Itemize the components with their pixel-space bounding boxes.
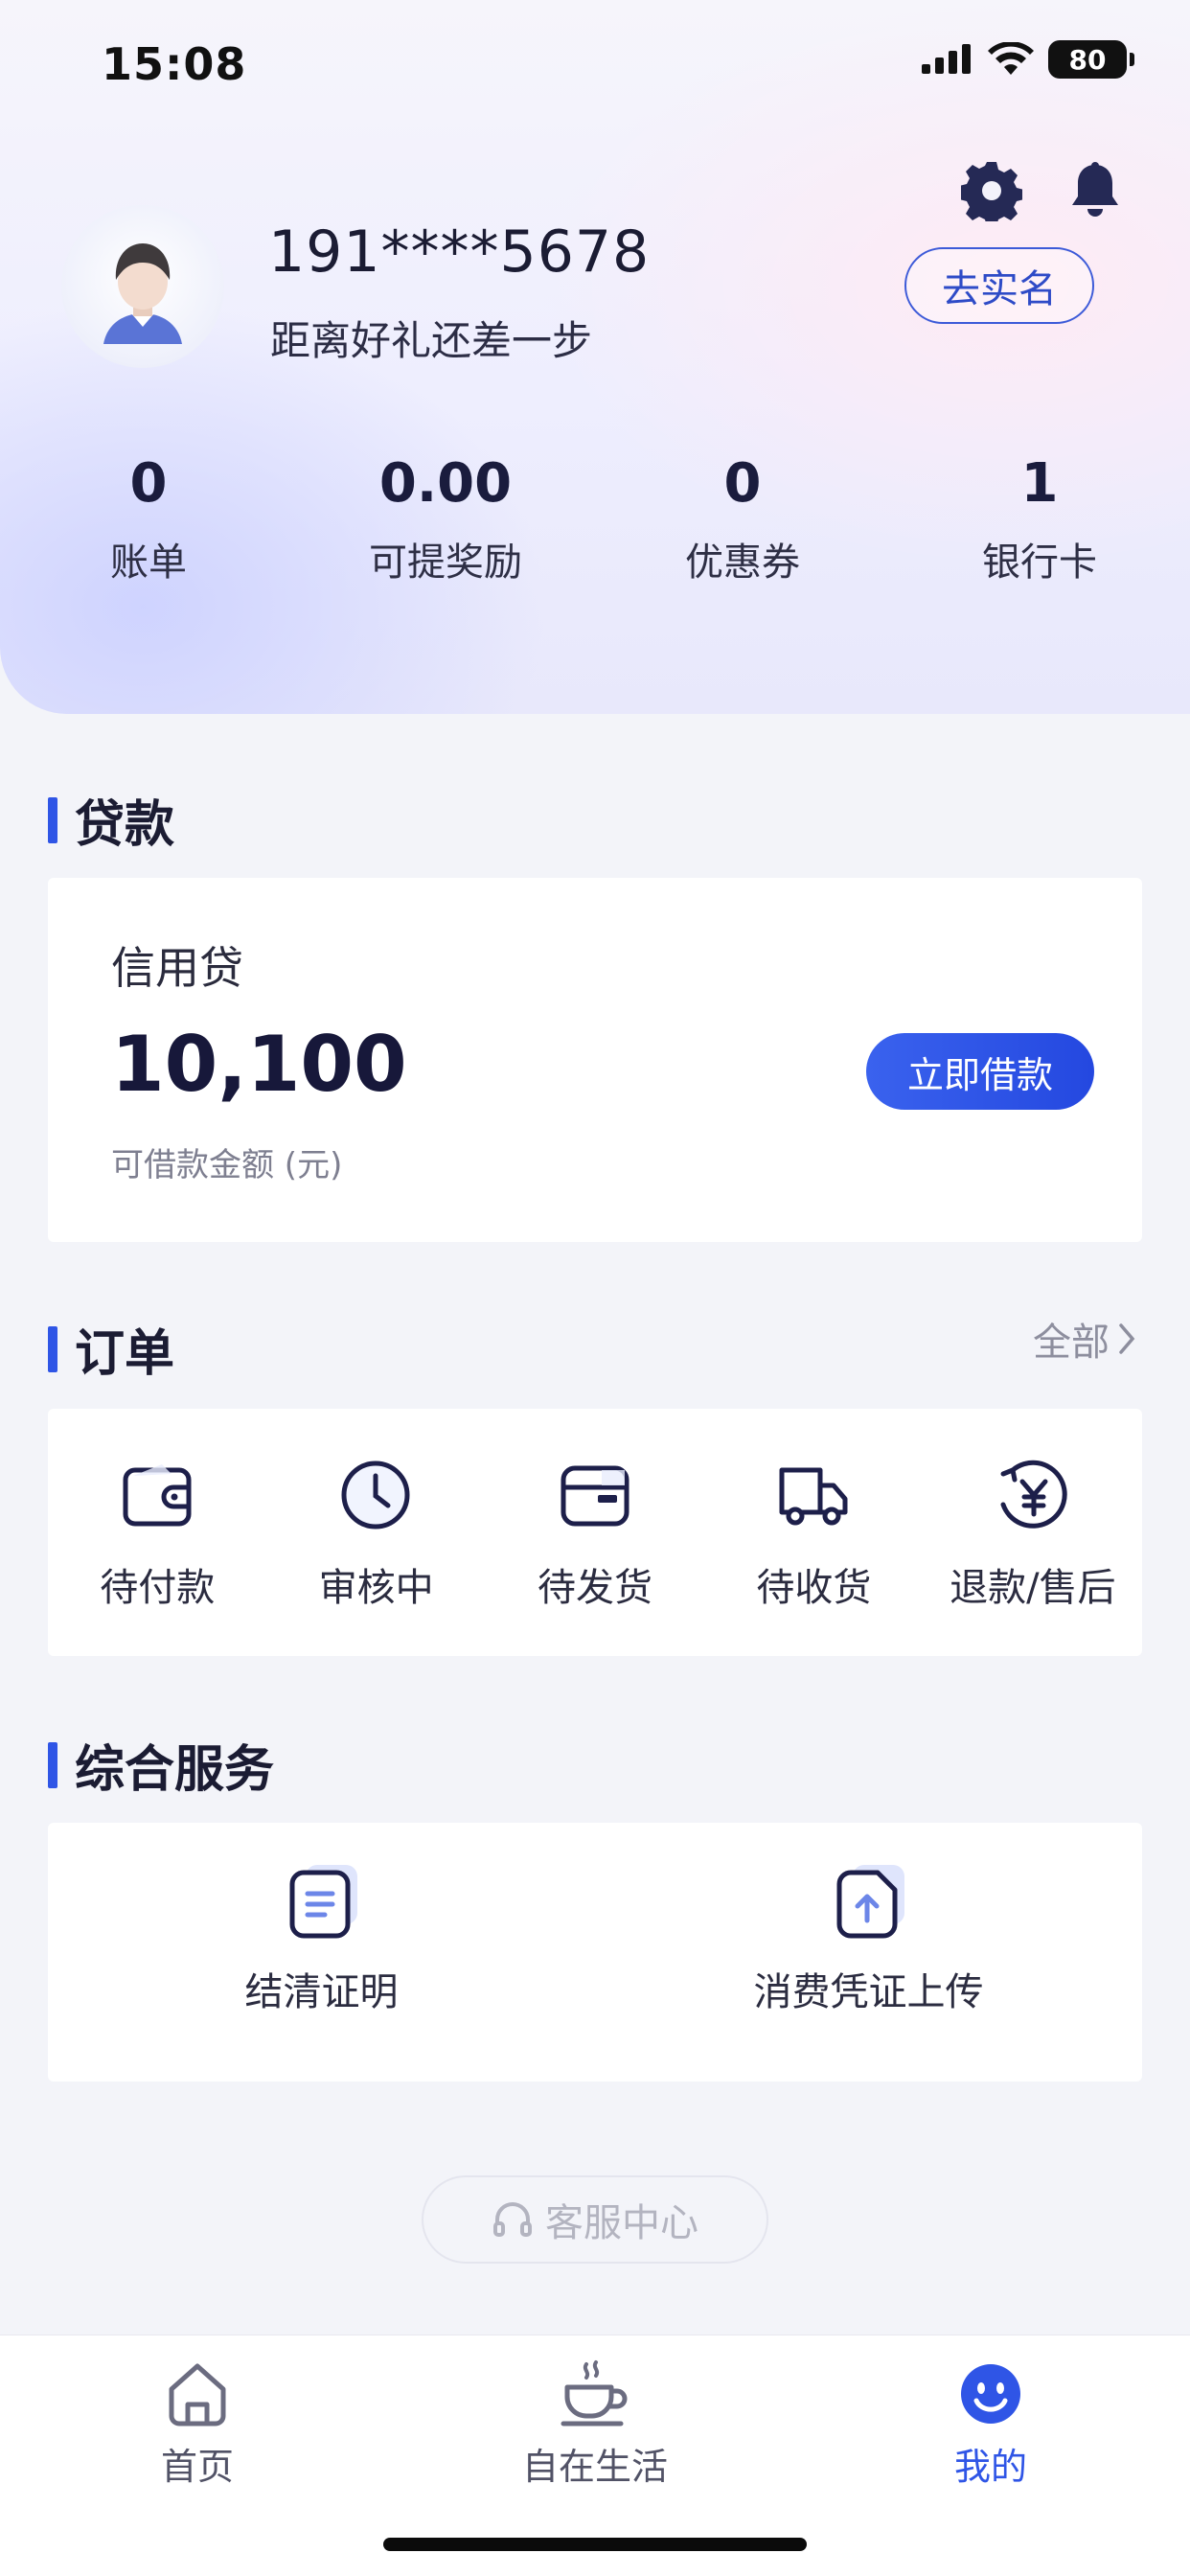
loan-amount-note: 可借款金额 (元): [111, 1146, 343, 1184]
stat-bills[interactable]: 0 账单: [0, 450, 297, 586]
gear-icon: [961, 162, 1022, 221]
service-center-label: 客服中心: [545, 2201, 698, 2245]
all-orders-link[interactable]: 全部: [1033, 1311, 1138, 1367]
section-title-text: 综合服务: [75, 1741, 275, 1799]
order-label: 待收货: [756, 1566, 872, 1610]
headset-icon: [493, 2202, 532, 2237]
service-upload-receipt[interactable]: 消费凭证上传: [595, 1823, 1142, 2082]
user-phone: 191****5678: [268, 218, 651, 286]
order-label: 退款/售后: [950, 1566, 1116, 1610]
services-card: 结清证明 消费凭证上传: [48, 1823, 1142, 2082]
stat-label: 账单: [110, 540, 187, 585]
stat-value: 0.00: [378, 452, 513, 515]
section-accent-bar: [48, 796, 57, 843]
orders-section-title: 订单: [48, 1313, 174, 1385]
section-title-text: 订单: [75, 1325, 175, 1383]
verify-identity-button[interactable]: 去实名: [904, 247, 1094, 324]
order-pending-receipt[interactable]: 待收货: [704, 1409, 923, 1656]
services-section-title: 综合服务: [48, 1729, 274, 1801]
stat-label: 银行卡: [982, 540, 1097, 585]
upload-file-icon: [836, 1865, 904, 1939]
order-label: 审核中: [318, 1566, 434, 1610]
tab-life[interactable]: 自在生活: [499, 2358, 691, 2490]
section-accent-bar: [48, 1325, 57, 1372]
stat-label: 优惠券: [685, 540, 800, 585]
status-icons: 80: [920, 40, 1134, 79]
service-label: 结清证明: [244, 1970, 399, 2014]
bell-icon: [1072, 162, 1118, 217]
loan-card[interactable]: 信用贷 10,100 可借款金额 (元) 立即借款: [48, 878, 1142, 1242]
coffee-cup-icon: [561, 2360, 628, 2426]
tab-home[interactable]: 首页: [102, 2358, 293, 2490]
order-under-review[interactable]: 审核中: [266, 1409, 485, 1656]
section-title-text: 贷款: [75, 796, 175, 854]
order-label: 待付款: [100, 1566, 216, 1610]
truck-icon: [779, 1467, 848, 1526]
tab-label: 首页: [160, 2446, 234, 2488]
clock-icon: [341, 1460, 410, 1530]
home-indicator: [383, 2538, 807, 2551]
smiley-icon: [961, 2364, 1020, 2424]
notifications-button[interactable]: [1064, 159, 1127, 222]
order-pending-shipment[interactable]: 待发货: [486, 1409, 704, 1656]
order-label: 待发货: [538, 1566, 653, 1610]
order-refund-aftersales[interactable]: 退款/售后: [924, 1409, 1142, 1656]
orders-card: 待付款 审核中 待发货 待收货 退款/售后: [48, 1409, 1142, 1656]
stats-row: 0 账单 0.00 可提奖励 0 优惠券 1 银行卡: [0, 450, 1190, 586]
stat-value: 1: [1020, 452, 1059, 515]
battery-indicator: 80: [1048, 40, 1134, 79]
tab-label: 自在生活: [521, 2446, 668, 2488]
cellular-signal-icon: [922, 44, 971, 74]
tab-label: 我的: [953, 2446, 1027, 2488]
loan-product-name: 信用贷: [111, 942, 243, 994]
default-avatar-icon: [103, 243, 182, 344]
loan-section-title: 贷款: [48, 784, 174, 856]
stat-value: 0: [129, 452, 168, 515]
stat-value: 0: [723, 452, 762, 515]
settings-button[interactable]: [960, 159, 1023, 222]
document-icon: [289, 1865, 357, 1939]
stat-coupons[interactable]: 0 优惠券: [594, 450, 891, 586]
status-time: 15:08: [102, 38, 247, 90]
stat-rewards[interactable]: 0.00 可提奖励: [297, 450, 594, 586]
borrow-now-button[interactable]: 立即借款: [866, 1033, 1094, 1110]
order-pending-payment[interactable]: 待付款: [48, 1409, 266, 1656]
wifi-icon: [988, 42, 1034, 75]
chevron-right-icon: [1119, 1323, 1135, 1354]
tab-mine[interactable]: 我的: [895, 2358, 1087, 2490]
package-icon: [561, 1465, 629, 1527]
section-accent-bar: [48, 1741, 57, 1788]
all-orders-label: 全部: [1033, 1321, 1110, 1365]
avatar[interactable]: [61, 205, 224, 368]
profile-subtitle: 距离好礼还差一步: [270, 317, 593, 364]
wallet-icon: [123, 1464, 192, 1527]
yen-refund-icon: [1000, 1460, 1067, 1529]
customer-service-center-button[interactable]: 客服中心: [422, 2175, 768, 2264]
loan-amount: 10,100: [111, 1020, 407, 1109]
home-icon: [169, 2363, 226, 2426]
service-settlement-certificate[interactable]: 结清证明: [48, 1823, 595, 2082]
service-label: 消费凭证上传: [753, 1970, 984, 2014]
stat-bank-cards[interactable]: 1 银行卡: [891, 450, 1188, 586]
stat-label: 可提奖励: [369, 540, 522, 585]
